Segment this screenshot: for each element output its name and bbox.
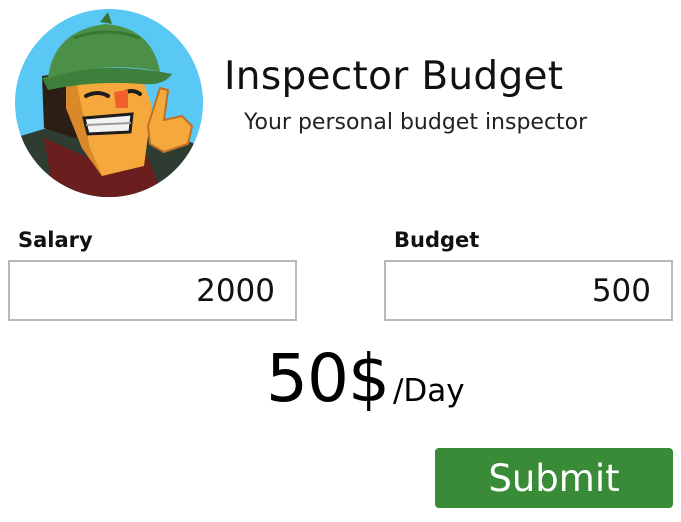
- daily-allowance-unit: /Day: [392, 373, 465, 409]
- daily-allowance-amount: 50$: [266, 340, 390, 417]
- budget-label: Budget: [394, 228, 480, 252]
- submit-button[interactable]: Submit: [435, 448, 673, 508]
- budget-input[interactable]: [384, 260, 673, 321]
- detective-avatar-icon: [14, 8, 204, 198]
- app-title: Inspector Budget: [224, 54, 564, 99]
- app-subtitle: Your personal budget inspector: [244, 110, 588, 135]
- salary-label: Salary: [18, 228, 93, 252]
- salary-input[interactable]: [8, 260, 297, 321]
- daily-allowance: 50$/Day: [266, 340, 465, 417]
